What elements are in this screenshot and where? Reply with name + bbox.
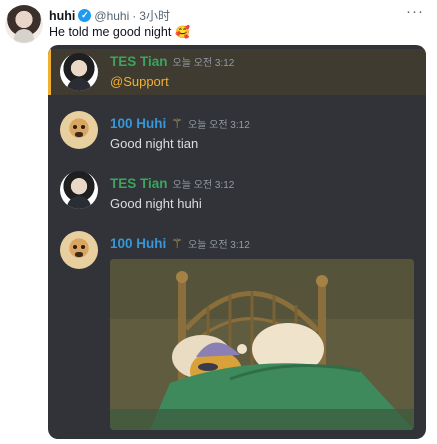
username: TES Tian	[110, 176, 168, 191]
verified-badge-icon: ✓	[78, 9, 92, 22]
tweet-author-avatar[interactable]	[5, 5, 43, 43]
username: 100 Huhi	[110, 116, 167, 131]
caduceus-icon: ⚚	[171, 236, 183, 251]
discord-screenshot-image[interactable]: TES Tian 오늘 오전 3:12 @Support 100 Huhi ⚚ …	[48, 45, 426, 439]
message-text: Good night tian	[110, 136, 199, 151]
caduceus-icon: ⚚	[171, 116, 183, 131]
message-header: 100 Huhi ⚚ 오늘 오전 3:12	[110, 116, 250, 131]
username: 100 Huhi	[110, 236, 167, 251]
avatar-tes-tian	[60, 53, 98, 91]
timestamp: 오늘 오전 3:12	[172, 180, 235, 191]
sleeping-bear-gif[interactable]	[110, 259, 414, 430]
timestamp: 오늘 오전 3:12	[187, 120, 250, 131]
discord-message-2: 100 Huhi ⚚ 오늘 오전 3:12 Good night tian	[48, 109, 426, 159]
message-header: 100 Huhi ⚚ 오늘 오전 3:12	[110, 236, 250, 251]
tweet-author-handle[interactable]: @huhi	[94, 9, 129, 23]
username: TES Tian	[110, 54, 168, 69]
message-text: Good night huhi	[110, 196, 202, 211]
tweet-timestamp[interactable]: 3小时	[139, 7, 170, 24]
avatar-100-huhi	[60, 231, 98, 269]
avatar-100-huhi	[60, 111, 98, 149]
more-options-icon[interactable]: ···	[406, 3, 424, 20]
avatar-tes-tian	[60, 171, 98, 209]
sleeping-bear-illustration	[110, 259, 414, 430]
message-header: TES Tian 오늘 오전 3:12	[110, 54, 234, 69]
discord-message-3: TES Tian 오늘 오전 3:12 Good night huhi	[48, 169, 426, 219]
timestamp: 오늘 오전 3:12	[187, 240, 250, 251]
smiling-hearts-emoji-icon: 🥰	[175, 25, 191, 39]
role-mention: @Support	[110, 74, 169, 89]
timestamp: 오늘 오전 3:12	[172, 58, 235, 69]
tweet-text: He told me good night 🥰	[49, 25, 190, 39]
discord-message-1: TES Tian 오늘 오전 3:12 @Support	[48, 49, 426, 95]
tweet-header: huhi ✓ @huhi · 3小时	[49, 7, 170, 24]
tweet-author-name[interactable]: huhi	[49, 9, 75, 23]
separator-dot: ·	[132, 8, 137, 23]
tweet-text-body: He told me good night	[49, 25, 172, 39]
message-header: TES Tian 오늘 오전 3:12	[110, 176, 234, 191]
mention-highlight-bar	[48, 49, 51, 95]
